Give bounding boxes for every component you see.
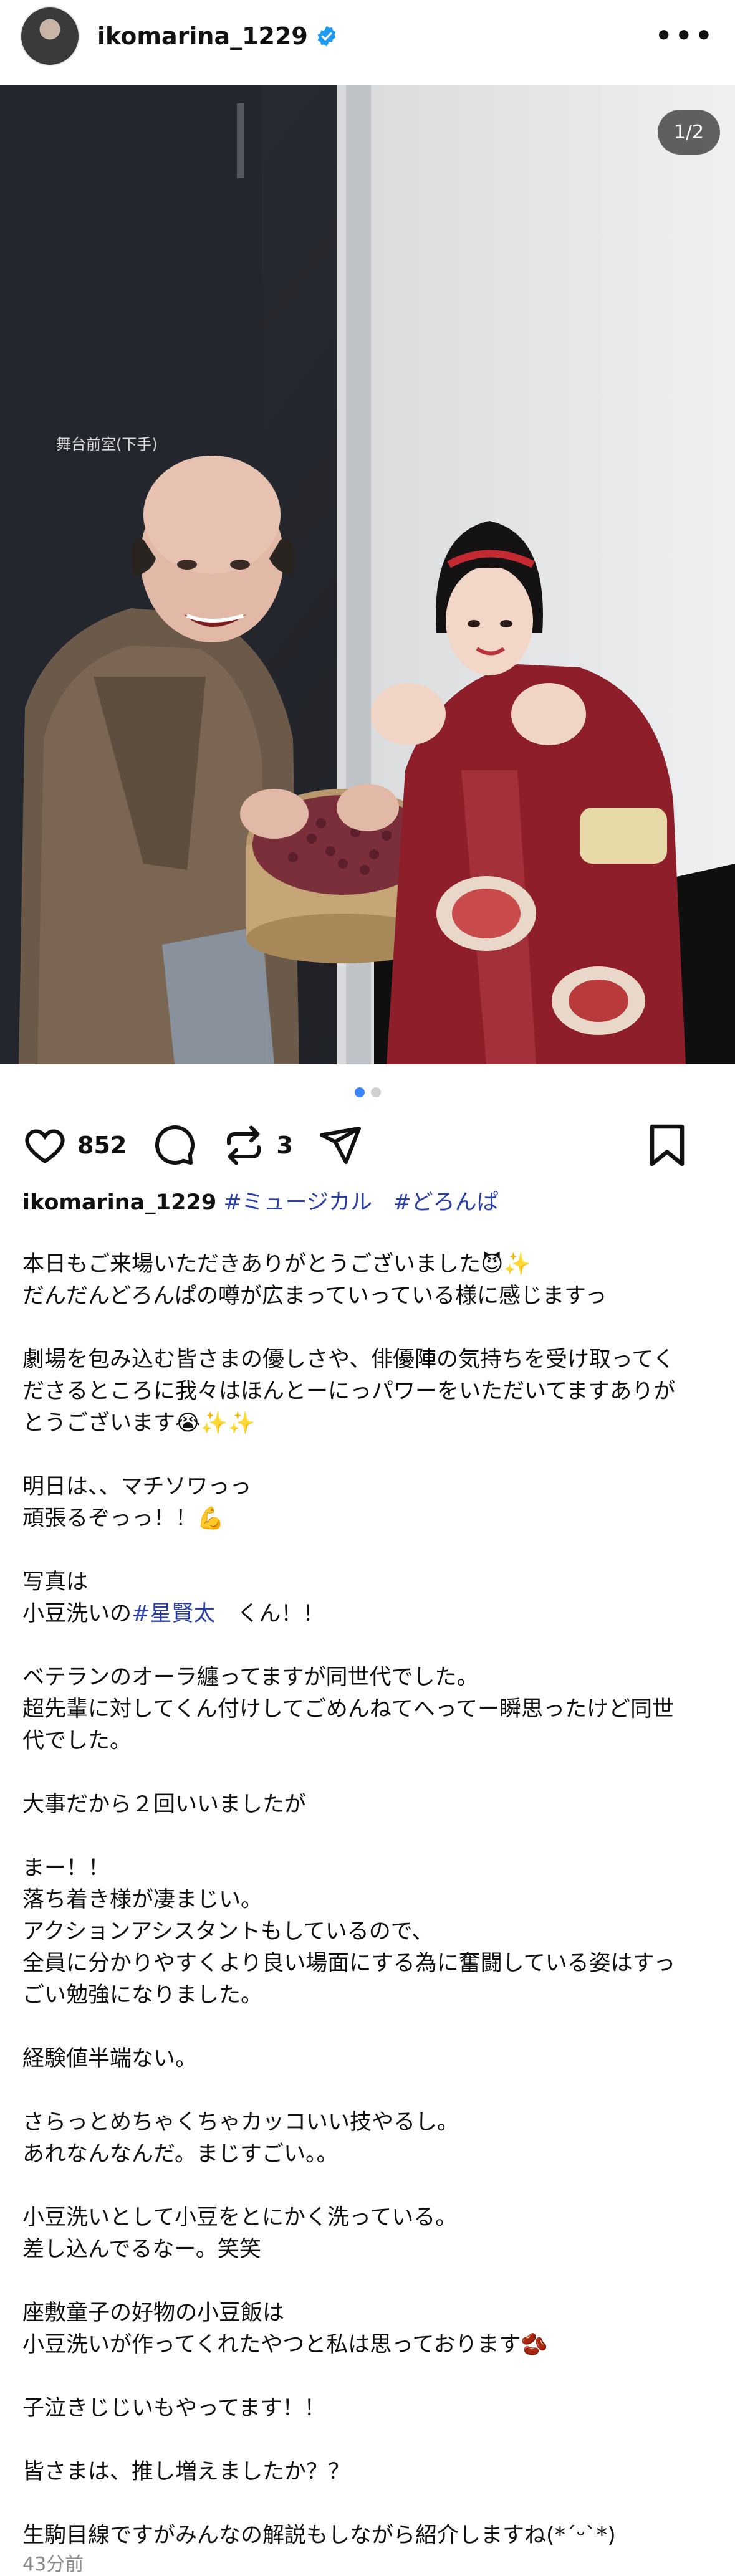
caption-para-14: 生駒目線ですがみんなの解説もしながら紹介しますね(*´ᵕ`*) — [22, 2520, 714, 2552]
caption-para-1: 本日もご来場いただきありがとうございました😈✨ だんだんどろんぱの噂が広まってい… — [22, 1249, 714, 1312]
caption-line: まー！！ — [22, 1856, 110, 1881]
caption-para-12: 子泣きじじいもやってます！！ — [22, 2393, 714, 2425]
caption-line: とうございます😭✨✨ — [22, 1411, 256, 1436]
caption-header: ikomarina_1229 #ミュージカル #どろんぱ — [22, 1187, 714, 1219]
bookmark-button[interactable] — [646, 1123, 688, 1168]
caption-line: 落ち着き様が凄まじい。 — [22, 1887, 263, 1912]
caption-line: 小豆洗いとして小豆をとにかく洗っている。 — [22, 2205, 458, 2230]
caption-text: 小豆洗いの — [22, 1601, 132, 1626]
carousel-indicator — [0, 1087, 735, 1097]
username[interactable]: ikomarina_1229 — [97, 22, 308, 50]
caption-username[interactable]: ikomarina_1229 — [22, 1190, 216, 1215]
caption-line: 生駒目線ですがみんなの解説もしながら紹介しますね(*´ᵕ`*) — [22, 2523, 616, 2548]
post-caption: ikomarina_1229 #ミュージカル #どろんぱ 本日もご来場いただきあ… — [22, 1187, 714, 2552]
caption-line: 劇場を包み込む皆さまの優しさや、俳優陣の気持ちを受け取ってく — [22, 1347, 675, 1372]
caption-para-3: 明日は、、マチソワっっ 頑張るぞっっ！！💪 — [22, 1471, 714, 1535]
caption-line: 本日もご来場いただきありがとうございました😈✨ — [22, 1252, 531, 1277]
caption-para-10: 小豆洗いとして小豆をとにかく洗っている。 差し込んでるなー。笑笑 — [22, 2202, 714, 2266]
caption-line: 座敷童子の好物の小豆飯は — [22, 2301, 285, 2326]
like-button[interactable]: 852 — [22, 1123, 127, 1168]
caption-line: 写真は — [22, 1570, 89, 1595]
avatar[interactable] — [20, 6, 80, 66]
heart-icon — [25, 1129, 65, 1164]
comment-button[interactable] — [151, 1123, 196, 1168]
share-icon — [319, 1127, 361, 1164]
carousel-dot-2[interactable] — [370, 1087, 381, 1097]
hashtag-hoshi-kenta[interactable]: #星賢太 — [132, 1601, 215, 1626]
verified-badge-icon — [317, 26, 336, 47]
caption-para-6: 大事だから２回いいましたが — [22, 1789, 714, 1821]
post-timestamp: 43分前 — [22, 2554, 84, 2575]
caption-para-11: 座敷童子の好物の小豆飯は 小豆洗いが作ってくれたやつと私は思っております🫘 — [22, 2297, 714, 2361]
post-photo[interactable]: 舞台前室(下手) 1/2 — [0, 85, 735, 1064]
post-header: ikomarina_1229 ••• — [0, 0, 735, 72]
hashtag-musical[interactable]: #ミュージカル — [223, 1190, 372, 1215]
caption-para-4: 写真は 小豆洗いの#星賢太 くん！！ — [22, 1567, 714, 1630]
caption-line: だんだんどろんぱの噂が広まっていっている様に感じますっ — [22, 1284, 607, 1309]
caption-line: 明日は、、マチソワっっ — [22, 1474, 252, 1499]
caption-line: 代でした。 — [22, 1729, 132, 1753]
caption-text: くん！！ — [215, 1601, 325, 1626]
more-options-icon[interactable]: ••• — [655, 22, 715, 50]
caption-line: 経験値半端ない。 — [22, 2046, 198, 2071]
username-row[interactable]: ikomarina_1229 — [97, 22, 338, 50]
caption-line: 小豆洗いが作ってくれたやつと私は思っております🫘 — [22, 2332, 548, 2357]
caption-line: 頑張るぞっっ！！💪 — [22, 1506, 224, 1531]
photo-counter: 1/2 — [658, 110, 720, 155]
caption-line: ベテランのオーラ纏ってますが同世代でした。 — [22, 1665, 479, 1690]
repost-count: 3 — [276, 1132, 293, 1159]
caption-line: 差し込んでるなー。笑笑 — [22, 2237, 261, 2262]
caption-line: 皆さまは、推し増えましたか？？ — [22, 2459, 350, 2484]
bookmark-icon — [650, 1124, 685, 1166]
caption-para-2: 劇場を包み込む皆さまの優しさや、俳優陣の気持ちを受け取ってく ださるところに我々… — [22, 1344, 714, 1439]
share-button[interactable] — [318, 1123, 363, 1168]
repost-button[interactable]: 3 — [221, 1123, 293, 1168]
caption-para-7: まー！！ 落ち着き様が凄まじい。 アクションアシスタントもしているので、 全員に… — [22, 1853, 714, 2011]
caption-line: 超先輩に対してくん付けしてごめんねてへってー瞬思ったけど同世 — [22, 1697, 675, 1722]
caption-line: ださるところに我々はほんとーにっパワーをいただいてますありが — [22, 1379, 676, 1404]
caption-line: あれなんなんだ。まじすごい。。 — [22, 2142, 339, 2167]
caption-para-8: 経験値半端ない。 — [22, 2043, 714, 2075]
hashtag-doronpa[interactable]: #どろんぱ — [393, 1190, 498, 1215]
caption-line: アクションアシスタントもしているので、 — [22, 1919, 434, 1944]
caption-line: 大事だから２回いいましたが — [22, 1792, 307, 1817]
caption-para-13: 皆さまは、推し増えましたか？？ — [22, 2456, 714, 2488]
repost-icon — [227, 1125, 261, 1165]
like-count: 852 — [77, 1132, 127, 1159]
comment-icon — [155, 1125, 195, 1165]
caption-para-5: ベテランのオーラ纏ってますが同世代でした。 超先輩に対してくん付けしてごめんねて… — [22, 1662, 714, 1757]
photo-illustration: 舞台前室(下手) — [0, 85, 735, 1064]
caption-line: 小豆洗いの#星賢太 くん！！ — [22, 1598, 714, 1630]
caption-line: 全員に分かりやすくより良い場面にする為に奮闘している姿はすっ — [22, 1951, 676, 1976]
caption-line: さらっとめちゃくちゃカッコいい技やるし。 — [22, 2110, 459, 2135]
caption-line: 子泣きじじいもやってます！！ — [22, 2396, 326, 2421]
caption-para-9: さらっとめちゃくちゃカッコいい技やるし。 あれなんなんだ。まじすごい。。 — [22, 2107, 714, 2170]
action-bar: 852 3 — [22, 1115, 713, 1175]
caption-line: ごい勉強になりました。 — [22, 1983, 263, 2008]
door-sign: 舞台前室(下手) — [56, 436, 158, 453]
carousel-dot-1[interactable] — [354, 1087, 365, 1097]
